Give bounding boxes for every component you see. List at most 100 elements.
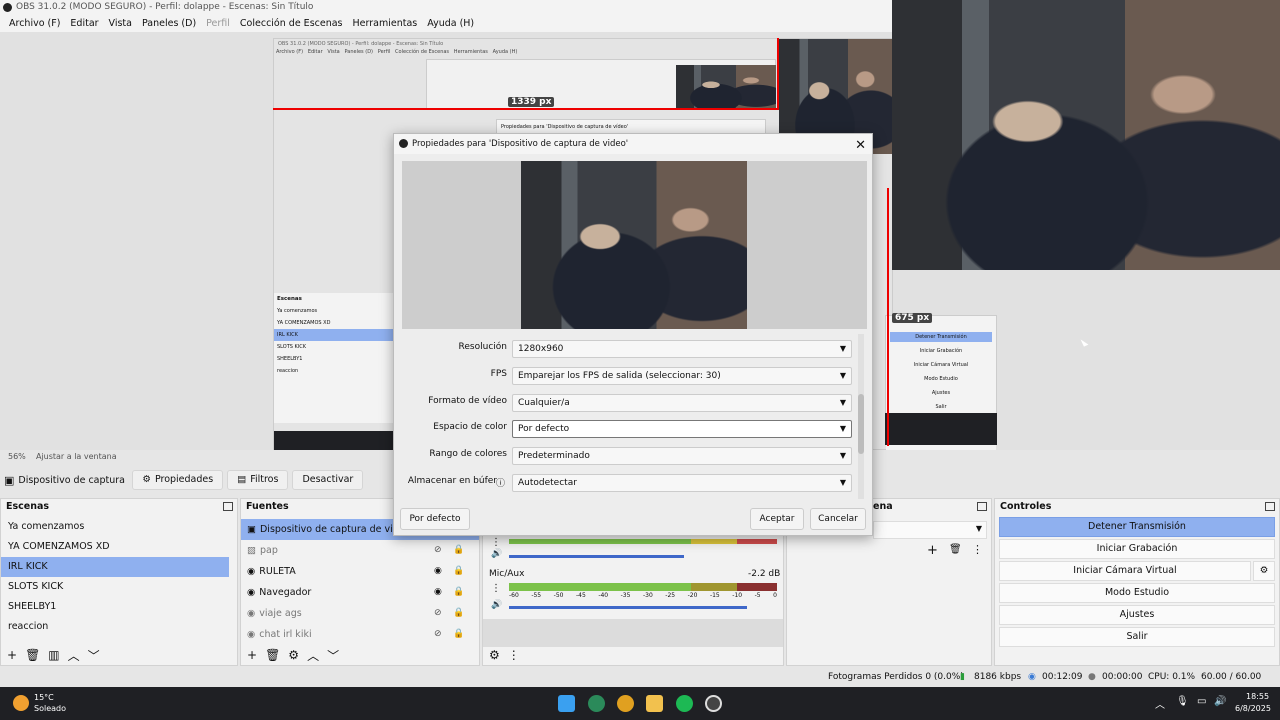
lock-icon[interactable]: 🔒 — [453, 603, 464, 624]
eye-hidden-icon[interactable]: ⊘ — [434, 540, 442, 561]
scene-item[interactable]: SLOTS KICK — [1, 577, 229, 597]
accept-button[interactable]: Aceptar — [750, 508, 804, 530]
cancel-button[interactable]: Cancelar — [810, 508, 866, 530]
microphone-icon[interactable]: 🎙 — [1176, 696, 1189, 707]
lock-icon[interactable]: 🔒 — [453, 582, 464, 603]
kebab-icon[interactable]: ⋮ — [972, 543, 983, 556]
fps-select[interactable]: Emparejar los FPS de salida (seleccionar… — [512, 367, 852, 385]
add-icon[interactable]: + — [247, 648, 257, 662]
menu-perfil[interactable]: Perfil — [201, 15, 235, 32]
undock-icon[interactable] — [977, 502, 987, 511]
volume-slider-1[interactable] — [509, 555, 684, 558]
menu-herramientas[interactable]: Herramientas — [348, 15, 423, 32]
settings-button[interactable]: Ajustes — [999, 605, 1275, 625]
volume-icon[interactable]: 🔊 — [491, 549, 502, 559]
window-title-bar: OBS 31.0.2 (MODO SEGURO) - Perfil: dolap… — [0, 0, 892, 15]
close-icon[interactable]: ✕ — [855, 136, 866, 156]
eye-icon[interactable]: ◉ — [434, 582, 442, 603]
obs-taskbar-icon[interactable] — [705, 695, 722, 712]
clock-time: 18:55 — [1246, 692, 1270, 701]
browser-icon[interactable] — [588, 695, 605, 712]
undock-icon[interactable] — [223, 502, 233, 511]
start-recording-button[interactable]: Iniciar Grabación — [999, 539, 1275, 559]
help-icon[interactable]: ⓘ — [496, 476, 505, 489]
scene-item[interactable]: Ya comenzamos — [1, 517, 229, 537]
chrome-icon[interactable] — [617, 695, 634, 712]
kebab-icon[interactable]: ⋮ — [491, 537, 501, 548]
trash-icon[interactable]: 🗑 — [25, 648, 40, 662]
add-icon[interactable]: + — [7, 648, 17, 662]
volume-icon[interactable]: 🔊 — [1214, 696, 1226, 707]
filter-icon[interactable]: ▥ — [48, 648, 59, 662]
trash-icon[interactable]: 🗑 — [949, 544, 962, 555]
source-item[interactable]: ◉ RULETA ◉ 🔒 — [241, 561, 479, 582]
buffering-select[interactable]: Autodetectar ▼ — [512, 474, 852, 492]
chevron-down-icon[interactable]: ﹀ — [327, 647, 339, 664]
status-bar: Fotogramas Perdidos 0 (0.0%) ▮ 8186 kbps… — [0, 667, 1280, 702]
color-space-select[interactable]: Por defecto ▼ — [512, 420, 852, 438]
gear-icon[interactable]: ⚙ — [489, 648, 500, 662]
trash-icon[interactable]: 🗑 — [265, 648, 280, 662]
menu-coleccion[interactable]: Colección de Escenas — [235, 15, 348, 32]
scenes-dock: Escenas Ya comenzamos YA COMENZAMOS XD I… — [0, 498, 238, 666]
kebab-icon[interactable]: ⋮ — [491, 583, 501, 594]
nested-scene: SLOTS KICK — [277, 344, 307, 350]
source-item[interactable]: ◉ Navegador ◉ 🔒 — [241, 582, 479, 603]
defaults-button[interactable]: Por defecto — [400, 508, 470, 530]
source-item[interactable]: ◉ chat irl kiki ⊘ 🔒 — [241, 624, 479, 645]
video-format-select[interactable]: Cualquier/a ▼ — [512, 394, 852, 412]
filters-button[interactable]: ▤ Filtros — [227, 470, 289, 490]
windows-start-icon[interactable] — [558, 695, 575, 712]
chevron-up-icon[interactable]: ︿ — [68, 647, 80, 664]
add-icon[interactable]: + — [927, 543, 938, 558]
stop-stream-button[interactable]: Detener Transmisión — [999, 517, 1275, 537]
scenes-title: Escenas — [6, 501, 50, 512]
scale-tick: -35 — [620, 592, 631, 599]
scene-item[interactable]: reaccion — [1, 617, 229, 637]
exit-button[interactable]: Salir — [999, 627, 1275, 647]
eye-hidden-icon[interactable]: ⊘ — [434, 603, 442, 624]
chevron-up-icon[interactable]: ︿ — [307, 647, 319, 664]
menu-editar[interactable]: Editar — [65, 15, 103, 32]
gear-icon: ⚙ — [142, 474, 151, 485]
resolution-select[interactable]: 1280x960 ▼ — [512, 340, 852, 358]
start-virtual-camera-button[interactable]: Iniciar Cámara Virtual — [999, 561, 1251, 581]
spotify-icon[interactable] — [676, 695, 693, 712]
chevron-up-icon[interactable]: ︿ — [1155, 696, 1165, 711]
chevron-down-icon[interactable]: ﹀ — [88, 647, 100, 664]
lock-icon[interactable]: 🔒 — [453, 624, 464, 645]
eye-hidden-icon[interactable]: ⊘ — [434, 624, 442, 645]
lock-icon[interactable]: 🔒 — [453, 561, 464, 582]
transition-select[interactable]: ▼ — [873, 521, 987, 539]
menu-paneles[interactable]: Paneles (D) — [137, 15, 201, 32]
source-label: pap — [259, 545, 278, 556]
scene-item-selected[interactable]: IRL KICK — [1, 557, 229, 577]
color-range-select[interactable]: Predeterminado ▼ — [512, 447, 852, 465]
properties-button[interactable]: ⚙ Propiedades — [132, 470, 224, 490]
file-explorer-icon[interactable] — [646, 695, 663, 712]
scale-tick: -25 — [665, 592, 676, 599]
scale-tick: -55 — [531, 592, 542, 599]
scene-item[interactable]: YA COMENZAMOS XD — [1, 537, 229, 557]
menu-vista[interactable]: Vista — [104, 15, 137, 32]
gear-icon[interactable]: ⚙ — [1253, 561, 1275, 581]
volume-slider-2[interactable] — [509, 606, 747, 609]
eye-icon[interactable]: ◉ — [434, 561, 442, 582]
zoom-level[interactable]: 56% — [8, 452, 26, 461]
webcam-source[interactable] — [892, 0, 1280, 270]
source-item[interactable]: ▨ pap ⊘ 🔒 — [241, 540, 479, 561]
deactivate-button[interactable]: Desactivar — [292, 470, 364, 490]
undock-icon[interactable] — [1265, 502, 1275, 511]
lock-icon[interactable]: 🔒 — [453, 540, 464, 561]
volume-icon[interactable]: 🔊 — [491, 600, 502, 610]
gear-icon[interactable]: ⚙ — [288, 648, 299, 662]
scale-tick: -45 — [575, 592, 586, 599]
source-item[interactable]: ◉ viaje ags ⊘ 🔒 — [241, 603, 479, 624]
studio-mode-button[interactable]: Modo Estudio — [999, 583, 1275, 603]
menu-ayuda[interactable]: Ayuda (H) — [422, 15, 479, 32]
fit-to-window[interactable]: Ajustar a la ventana — [36, 452, 117, 461]
menu-archivo[interactable]: Archivo (F) — [4, 15, 65, 32]
scene-item[interactable]: SHEELBY1 — [1, 597, 229, 617]
network-icon[interactable]: ▭ — [1197, 696, 1206, 707]
kebab-icon[interactable]: ⋮ — [508, 648, 520, 662]
